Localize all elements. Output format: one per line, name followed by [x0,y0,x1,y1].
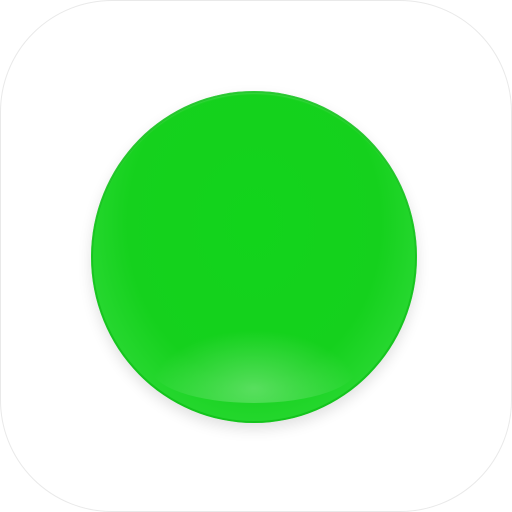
green-dot-icon [91,91,417,423]
app-icon-tile[interactable] [0,0,512,512]
circle-sheen [149,330,359,404]
